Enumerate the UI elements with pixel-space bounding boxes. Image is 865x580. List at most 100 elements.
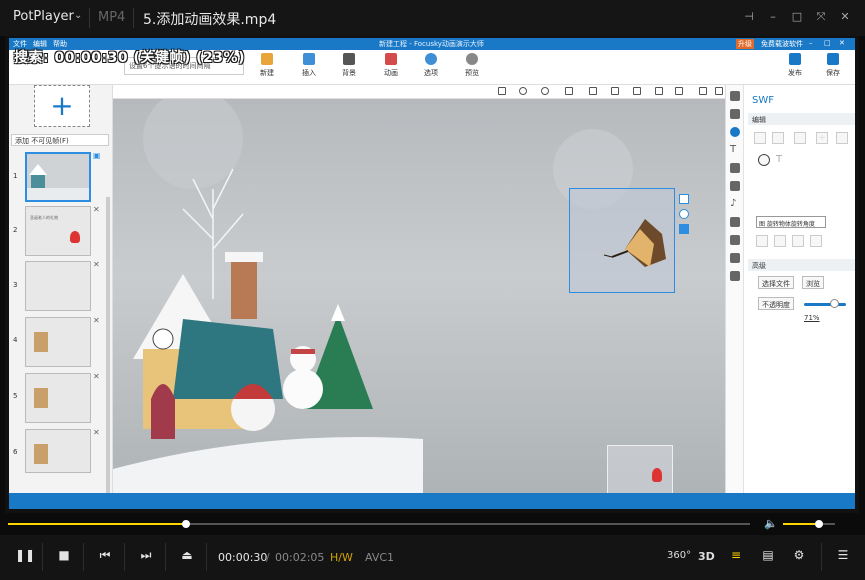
properties-panel: T ♪ SWF 编辑 + T 图 旋转物体旋转角度 高级 选择文件 浏览 不透明…	[725, 85, 855, 493]
copy-icon	[589, 87, 597, 95]
slide-close-icon: ✕	[93, 372, 100, 381]
slide-thumb-4	[25, 317, 91, 367]
add-hidden-frame: 添加 不可见帧(F)	[11, 134, 109, 146]
browse-button: 浏览	[802, 276, 824, 289]
control-bar: ❚❚ ■ ⏮ ⏭ ⏏ 00:00:30 / 00:02:05 H/W AVC1 …	[0, 535, 865, 580]
lock-button-icon	[836, 132, 848, 144]
subtitle-icon[interactable]: ▤	[760, 547, 776, 563]
delete-button-icon	[794, 132, 806, 144]
playlist-search-icon[interactable]: ≡	[728, 547, 744, 563]
rotate-tooltip: 图 旋转物体旋转角度	[756, 216, 826, 228]
layers-icon	[730, 271, 740, 281]
previous-icon[interactable]: ⏮	[97, 547, 113, 563]
tool-insert: 插入	[291, 53, 327, 78]
align-icon	[810, 235, 822, 247]
focusky-statusbar	[9, 493, 855, 509]
slide-thumb-5	[25, 373, 91, 423]
slide-thumb-3	[25, 261, 91, 311]
slide-thumb-6	[25, 429, 91, 473]
align-icon	[774, 235, 786, 247]
divider	[165, 543, 166, 571]
tool-publish: 发布	[777, 53, 813, 78]
redo-icon	[675, 87, 683, 95]
rotate-handle-icon	[679, 209, 689, 219]
opacity-slider	[804, 303, 846, 306]
pause-icon[interactable]: ❚❚	[15, 547, 35, 563]
delete-icon	[633, 87, 641, 95]
file-title: 5.添加动画效果.mp4	[143, 12, 277, 28]
upgrade-badge: 升级	[736, 39, 754, 49]
format-label: MP4	[98, 10, 126, 25]
slide-number: 2	[13, 226, 18, 234]
butterfly-swf	[603, 219, 666, 267]
editor-canvas	[113, 85, 725, 495]
tool-background: 背景	[331, 53, 367, 78]
divider	[42, 543, 43, 571]
swap-icon	[679, 194, 689, 204]
slides-scrollbar	[106, 197, 110, 509]
slide-thumb-1	[25, 152, 91, 202]
divider	[124, 543, 125, 571]
signpost-thumb-icon	[34, 332, 48, 352]
fullscreen-icon[interactable]: ⤧	[814, 10, 828, 24]
image-icon	[730, 91, 740, 101]
fit-icon	[699, 87, 707, 95]
santa-icon	[652, 468, 662, 482]
copy-button-icon	[754, 132, 766, 144]
seek-progress	[8, 523, 186, 525]
fk-maximize-icon: □	[824, 39, 831, 47]
slide-number: 4	[13, 336, 18, 344]
slide-number: 6	[13, 448, 18, 456]
volume-icon[interactable]: 🔈	[764, 517, 778, 530]
maximize-icon[interactable]: □	[790, 10, 804, 24]
scene-background	[113, 89, 725, 493]
next-icon[interactable]: ⏭	[138, 547, 154, 563]
text-style-icon: T	[776, 154, 783, 165]
chevron-down-icon[interactable]: ⌄	[74, 10, 82, 21]
menu-icon[interactable]: ☰	[835, 547, 851, 563]
codec-badge: AVC1	[365, 551, 395, 564]
slide-close-icon: ✕	[93, 316, 100, 325]
time-total: 00:02:05	[275, 551, 325, 564]
add-frame-box: +	[34, 85, 90, 127]
eject-icon[interactable]: ⏏	[179, 547, 195, 563]
opacity-value: 71%	[804, 314, 820, 322]
tool-save: 保存	[815, 53, 851, 78]
house-thumb-icon	[27, 164, 89, 200]
tool-preview: 预览	[454, 53, 490, 78]
rotate-icon	[758, 154, 770, 166]
close-icon[interactable]: ✕	[838, 10, 852, 24]
volume-handle[interactable]	[815, 520, 823, 528]
signpost-thumb-icon	[34, 388, 48, 408]
slide-close-icon: ✕	[93, 428, 100, 437]
slide-thumb-2: 圣诞老人的礼物	[25, 206, 91, 256]
divider	[89, 8, 90, 28]
seek-overlay-text: 搜索: 00:00:30 (关键帧) (23%)	[14, 50, 245, 66]
fk-close-icon: ✕	[839, 39, 845, 47]
video-icon	[730, 181, 740, 191]
compass-icon	[730, 127, 740, 137]
tool-new: 新建	[249, 53, 285, 78]
focusky-window: 文件 编辑 帮助 新建工程 - Focusky动画演示大师 升级 免费载波软件 …	[9, 38, 855, 509]
threed-icon[interactable]: 3D	[698, 550, 715, 563]
minimize-icon[interactable]: –	[766, 10, 780, 24]
time-current: 00:00:30	[218, 551, 268, 564]
stop-icon[interactable]: ■	[56, 547, 72, 563]
title-bar: PotPlayer ⌄ MP4 5.添加动画效果.mp4 ⊣ – □ ⤧ ✕	[0, 0, 865, 36]
select-file-button: 选择文件	[758, 276, 794, 289]
hw-badge[interactable]: H/W	[330, 551, 353, 564]
property-icons: T ♪	[726, 85, 744, 493]
opacity-label: 不透明度	[758, 297, 794, 310]
pin-icon[interactable]: ⊣	[742, 10, 756, 24]
app-brand[interactable]: PotPlayer	[13, 9, 74, 24]
divider	[206, 543, 207, 571]
divider	[83, 543, 84, 571]
link-icon	[730, 163, 740, 173]
signpost-thumb-icon	[34, 444, 48, 464]
vr-360-icon[interactable]: 360°	[667, 550, 691, 561]
time-separator: /	[266, 551, 270, 564]
add-button-icon: +	[816, 132, 828, 144]
seek-handle[interactable]	[182, 520, 190, 528]
divider	[821, 543, 822, 571]
settings-icon[interactable]: ⚙	[791, 547, 807, 563]
